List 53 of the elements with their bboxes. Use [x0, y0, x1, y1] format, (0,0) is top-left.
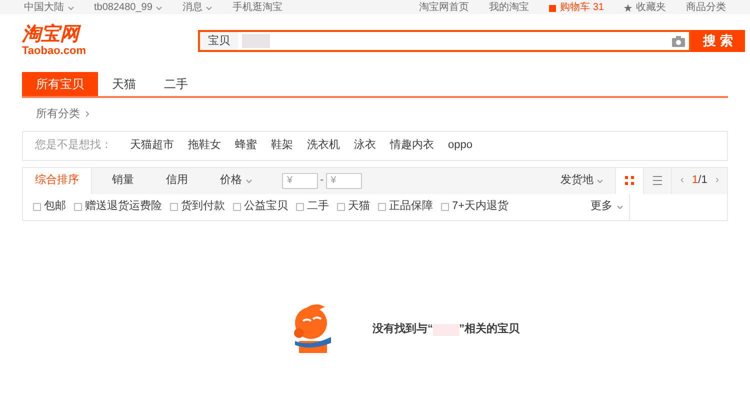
empty-message-start: 没有找到与“: [372, 322, 433, 338]
filter-checkbox[interactable]: 公益宝贝: [233, 198, 288, 215]
suggestion-label: 您是不是想找：: [35, 138, 112, 154]
tab[interactable]: 天猫: [98, 72, 150, 96]
price-separator: -: [320, 173, 324, 188]
tab[interactable]: 二手: [150, 72, 202, 96]
location-dropdown[interactable]: 发货地: [552, 168, 612, 194]
filter-checkbox[interactable]: 二手: [296, 198, 329, 215]
sort-tab[interactable]: 销量: [100, 168, 146, 194]
suggestion-link[interactable]: 洗衣机: [307, 137, 340, 154]
sort-tab[interactable]: 价格: [208, 168, 264, 194]
page-indicator: 1/1: [692, 173, 708, 188]
search-scope-dropdown[interactable]: 宝贝: [200, 32, 238, 50]
dropdown-menu[interactable]: 我的淘宝: [489, 2, 530, 14]
logo-subtitle: Taobao.com: [22, 45, 86, 57]
suggestion-link[interactable]: 鞋架: [271, 137, 293, 154]
filter-checkbox[interactable]: 7+天内退货: [441, 198, 509, 215]
suggestion-link[interactable]: 泳衣: [354, 137, 376, 154]
top-link[interactable]: 淘宝网首页: [419, 2, 470, 14]
breadcrumb-link[interactable]: 所有分类: [36, 106, 80, 122]
filter-checkbox[interactable]: 正品保障: [378, 198, 433, 215]
list-icon: [653, 176, 662, 185]
redacted-query: [242, 34, 270, 48]
top-link[interactable]: 商品分类: [686, 2, 726, 14]
favorites-link[interactable]: 收藏夹: [624, 2, 666, 14]
top-link[interactable]: 手机逛淘宝: [232, 2, 282, 14]
price-min-field[interactable]: ¥: [282, 172, 318, 188]
suggestion-link[interactable]: 情趣内衣: [390, 137, 434, 154]
dropdown-menu[interactable]: 中国大陆: [24, 2, 74, 14]
caret-icon: [616, 204, 623, 210]
empty-message-end: ”相关的宝贝: [459, 322, 520, 338]
price-max-field[interactable]: ¥: [326, 172, 362, 188]
logo-title: 淘宝网: [22, 25, 79, 45]
filter-checkbox[interactable]: 天猫: [337, 198, 370, 215]
camera-icon[interactable]: [672, 36, 685, 46]
sort-tab[interactable]: 信用: [154, 168, 200, 194]
grid-view-button[interactable]: [615, 168, 644, 194]
dropdown-menu[interactable]: tb082480_99: [94, 2, 162, 14]
star-icon: [624, 4, 632, 12]
chevron-icon: [84, 111, 90, 118]
filter-checkbox[interactable]: 货到付款: [170, 198, 225, 215]
more-dropdown[interactable]: 更多: [584, 194, 630, 220]
suggestion-link[interactable]: 蜂蜜: [235, 137, 257, 154]
filter-checkbox[interactable]: 赠送退货运费险: [74, 198, 162, 215]
grid-icon: [625, 176, 634, 185]
filter-checkbox[interactable]: 包邮: [33, 198, 66, 215]
search-field[interactable]: 宝贝: [198, 30, 691, 52]
suggestion-link[interactable]: oppo: [448, 137, 472, 154]
dropdown-menu[interactable]: 消息: [182, 2, 212, 14]
caret-icon: [597, 178, 604, 184]
suggestion-link[interactable]: 天猫超市: [130, 137, 174, 154]
suggestion-link[interactable]: 拖鞋女: [188, 137, 221, 154]
sort-tab[interactable]: 综合排序: [23, 168, 92, 194]
